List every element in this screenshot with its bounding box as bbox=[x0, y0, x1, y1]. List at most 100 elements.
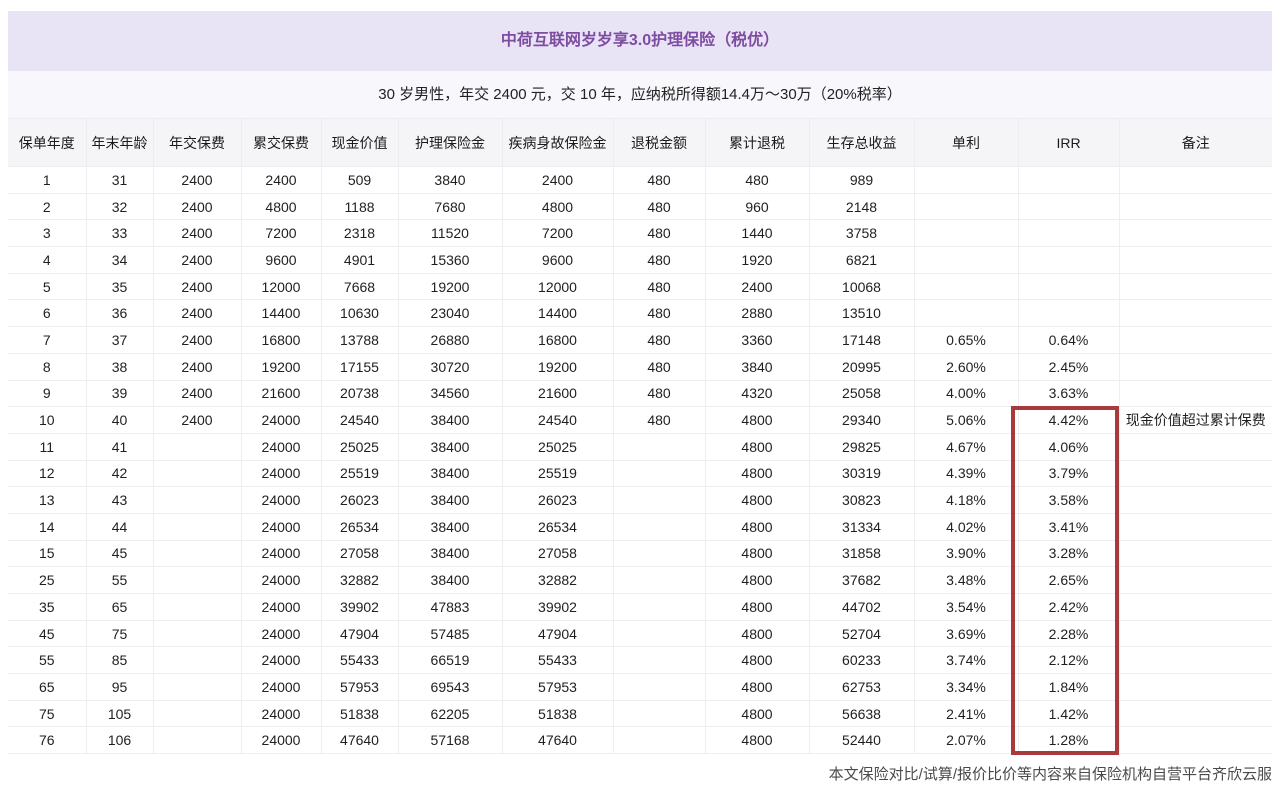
table-cell: 20738 bbox=[321, 380, 398, 407]
table-cell: 9600 bbox=[241, 247, 321, 274]
page-title: 中荷互联网岁岁享3.0护理保险（税优） bbox=[8, 11, 1272, 71]
table-cell: 31 bbox=[86, 167, 153, 194]
table-cell: 57485 bbox=[398, 620, 502, 647]
table-header-row: 保单年度年末年龄年交保费累交保费现金价值护理保险金疾病身故保险金退税金额累计退税… bbox=[8, 119, 1272, 167]
table-cell: 37682 bbox=[809, 567, 914, 594]
table-row: 53524001200076681920012000480240010068 bbox=[8, 273, 1272, 300]
table-cell bbox=[613, 513, 705, 540]
table-cell bbox=[1018, 300, 1119, 327]
table-cell: 38400 bbox=[398, 487, 502, 514]
table-cell: 26534 bbox=[502, 513, 613, 540]
table-row: 636240014400106302304014400480288013510 bbox=[8, 300, 1272, 327]
column-header: 退税金额 bbox=[613, 119, 705, 167]
table-cell: 10068 bbox=[809, 273, 914, 300]
table-cell bbox=[1119, 674, 1272, 701]
table-cell: 13 bbox=[8, 487, 86, 514]
table-cell: 3.41% bbox=[1018, 513, 1119, 540]
table-cell bbox=[1119, 540, 1272, 567]
table-cell: 3.74% bbox=[914, 647, 1018, 674]
table-cell bbox=[1119, 167, 1272, 194]
table-cell bbox=[153, 727, 241, 754]
table-cell: 2 bbox=[8, 193, 86, 220]
table-cell: 4.00% bbox=[914, 380, 1018, 407]
table-cell: 62205 bbox=[398, 700, 502, 727]
table-cell: 52440 bbox=[809, 727, 914, 754]
table-cell: 3.48% bbox=[914, 567, 1018, 594]
table-cell: 4.67% bbox=[914, 433, 1018, 460]
table-cell: 26534 bbox=[321, 513, 398, 540]
table-cell bbox=[613, 620, 705, 647]
table-cell bbox=[613, 674, 705, 701]
table-row: 7372400168001378826880168004803360171480… bbox=[8, 327, 1272, 354]
table-cell bbox=[1018, 273, 1119, 300]
table-cell: 480 bbox=[613, 220, 705, 247]
table-cell: 75 bbox=[86, 620, 153, 647]
table-row: 232240048001188768048004809602148 bbox=[8, 193, 1272, 220]
column-header: 生存总收益 bbox=[809, 119, 914, 167]
table-cell: 4.39% bbox=[914, 460, 1018, 487]
table-cell: 480 bbox=[613, 247, 705, 274]
table-cell bbox=[613, 460, 705, 487]
table-cell: 106 bbox=[86, 727, 153, 754]
table-cell bbox=[1119, 220, 1272, 247]
table-cell: 39902 bbox=[502, 594, 613, 621]
table-cell: 1.42% bbox=[1018, 700, 1119, 727]
table-cell: 4800 bbox=[705, 594, 809, 621]
table-cell: 989 bbox=[809, 167, 914, 194]
table-cell: 2400 bbox=[153, 220, 241, 247]
table-cell: 47904 bbox=[502, 620, 613, 647]
table-cell bbox=[914, 247, 1018, 274]
table-cell: 85 bbox=[86, 647, 153, 674]
table-cell: 38400 bbox=[398, 513, 502, 540]
table-cell: 480 bbox=[613, 380, 705, 407]
table-cell: 2148 bbox=[809, 193, 914, 220]
table-cell: 24000 bbox=[241, 487, 321, 514]
table-cell bbox=[613, 433, 705, 460]
table-cell: 62753 bbox=[809, 674, 914, 701]
table-cell: 69543 bbox=[398, 674, 502, 701]
table-cell: 60233 bbox=[809, 647, 914, 674]
table-cell: 43 bbox=[86, 487, 153, 514]
table-row: 1444240002653438400265344800313344.02%3.… bbox=[8, 513, 1272, 540]
table-cell bbox=[1119, 193, 1272, 220]
table-cell: 44702 bbox=[809, 594, 914, 621]
table-cell: 14 bbox=[8, 513, 86, 540]
table-row: 9392400216002073834560216004804320250584… bbox=[8, 380, 1272, 407]
table-cell: 66519 bbox=[398, 647, 502, 674]
table-cell: 7 bbox=[8, 327, 86, 354]
table-cell bbox=[153, 513, 241, 540]
table-cell: 16800 bbox=[241, 327, 321, 354]
table-cell: 2880 bbox=[705, 300, 809, 327]
table-cell: 45 bbox=[86, 540, 153, 567]
table-row: 1040240024000245403840024540480480029340… bbox=[8, 407, 1272, 434]
table-row: 4575240004790457485479044800527043.69%2.… bbox=[8, 620, 1272, 647]
table-row: 3565240003990247883399024800447023.54%2.… bbox=[8, 594, 1272, 621]
table-cell bbox=[613, 487, 705, 514]
table-cell: 25519 bbox=[321, 460, 398, 487]
table-cell: 57953 bbox=[321, 674, 398, 701]
table-cell: 29340 bbox=[809, 407, 914, 434]
table-cell: 25025 bbox=[502, 433, 613, 460]
table-cell: 105 bbox=[86, 700, 153, 727]
table-cell: 2400 bbox=[241, 167, 321, 194]
table-cell bbox=[613, 594, 705, 621]
table-cell: 36 bbox=[86, 300, 153, 327]
table-cell: 21600 bbox=[502, 380, 613, 407]
table-cell: 38400 bbox=[398, 540, 502, 567]
table-cell: 24000 bbox=[241, 700, 321, 727]
table-cell bbox=[613, 647, 705, 674]
table-cell: 44 bbox=[86, 513, 153, 540]
table-cell: 39 bbox=[86, 380, 153, 407]
table-cell: 3.58% bbox=[1018, 487, 1119, 514]
table-cell: 24000 bbox=[241, 460, 321, 487]
table-cell: 5.06% bbox=[914, 407, 1018, 434]
table-cell: 14400 bbox=[502, 300, 613, 327]
table-cell: 57953 bbox=[502, 674, 613, 701]
table-cell: 24540 bbox=[502, 407, 613, 434]
table-cell bbox=[153, 620, 241, 647]
table-cell bbox=[153, 674, 241, 701]
table-cell: 4800 bbox=[705, 674, 809, 701]
table-cell: 12 bbox=[8, 460, 86, 487]
table-cell: 480 bbox=[613, 167, 705, 194]
table-cell: 2400 bbox=[153, 327, 241, 354]
